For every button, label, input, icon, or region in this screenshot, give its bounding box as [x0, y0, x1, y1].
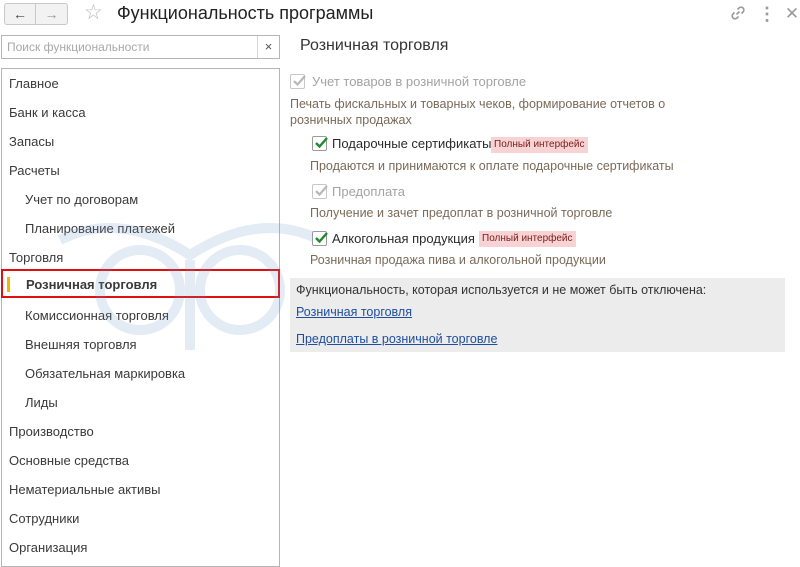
mandatory-functionality-box: Функциональность, которая используется и… — [290, 278, 785, 352]
checkmark-icon — [315, 185, 328, 197]
forward-button[interactable]: → — [36, 3, 68, 25]
close-icon[interactable]: ✕ — [782, 4, 800, 24]
checkmark-icon — [293, 75, 306, 87]
tree-item-fixed-assets[interactable]: Основные средства — [2, 446, 279, 475]
retail-trade-link[interactable]: Розничная торговля — [296, 305, 412, 319]
selection-marker — [7, 277, 10, 292]
link-icon[interactable] — [728, 4, 748, 24]
arrow-left-icon: ← — [13, 6, 27, 22]
tree-item-retail[interactable]: Розничная торговля — [1, 269, 280, 298]
tree-item-organization[interactable]: Организация — [2, 533, 279, 562]
full-interface-badge: Полный интерфейс — [491, 137, 588, 153]
retail-accounting-label: Учет товаров в розничной торговле — [312, 74, 527, 89]
retail-prepayments-link[interactable]: Предоплаты в розничной торговле — [296, 332, 497, 346]
gift-certificates-hint: Продаются и принимаются к оплате подароч… — [310, 159, 674, 173]
prepayment-label: Предоплата — [332, 184, 405, 199]
search-box: × — [1, 35, 280, 59]
back-button[interactable]: ← — [4, 3, 36, 25]
tree-item-production[interactable]: Производство — [2, 417, 279, 446]
tree-item-marking[interactable]: Обязательная маркировка — [2, 359, 279, 388]
checkmark-icon — [315, 137, 328, 149]
gift-certificates-label: Подарочные сертификаты — [332, 136, 492, 151]
tree-item-label: Розничная торговля — [26, 277, 158, 292]
arrow-right-icon: → — [44, 6, 59, 22]
alcohol-label: Алкогольная продукция — [332, 231, 475, 246]
title-bar: ← → ☆ Функциональность программы ⋮ ✕ — [0, 0, 800, 28]
tree-item-commission[interactable]: Комиссионная торговля — [2, 301, 279, 330]
tree-item-leads[interactable]: Лиды — [2, 388, 279, 417]
tree-item-intangible-assets[interactable]: Нематериальные активы — [2, 475, 279, 504]
prepayment-hint: Получение и зачет предоплат в розничной … — [310, 206, 613, 220]
tree-item-employees[interactable]: Сотрудники — [2, 504, 279, 533]
more-icon[interactable]: ⋮ — [757, 4, 777, 24]
tree-item-bank[interactable]: Банк и касса — [2, 98, 279, 127]
clear-search-button[interactable]: × — [257, 36, 279, 58]
gift-certificates-checkbox[interactable] — [312, 136, 328, 151]
checkmark-icon — [315, 232, 328, 244]
alcohol-hint: Розничная продажа пива и алкогольной про… — [310, 253, 606, 267]
tree-item-trade[interactable]: Торговля — [2, 243, 279, 272]
full-interface-badge: Полный интерфейс — [479, 231, 576, 247]
alcohol-checkbox[interactable] — [312, 231, 328, 246]
retail-accounting-hint: Печать фискальных и товарных чеков, форм… — [290, 97, 666, 127]
prepayment-checkbox[interactable] — [312, 184, 328, 199]
retail-accounting-checkbox[interactable] — [290, 74, 306, 89]
tree-item-foreign-trade[interactable]: Внешняя торговля — [2, 330, 279, 359]
functionality-tree: Главное Банк и касса Запасы Расчеты Учет… — [1, 68, 280, 567]
tree-item-inventory[interactable]: Запасы — [2, 127, 279, 156]
tree-item-main[interactable]: Главное — [2, 69, 279, 98]
mandatory-functionality-text: Функциональность, которая используется и… — [296, 283, 707, 297]
tree-item-payment-planning[interactable]: Планирование платежей — [2, 214, 279, 243]
window-title: Функциональность программы — [117, 3, 374, 23]
tree-item-settlements[interactable]: Расчеты — [2, 156, 279, 185]
section-title: Розничная торговля — [300, 37, 449, 54]
star-icon[interactable]: ☆ — [84, 1, 103, 25]
search-input[interactable] — [2, 36, 257, 58]
tree-item-contracts[interactable]: Учет по договорам — [2, 185, 279, 214]
